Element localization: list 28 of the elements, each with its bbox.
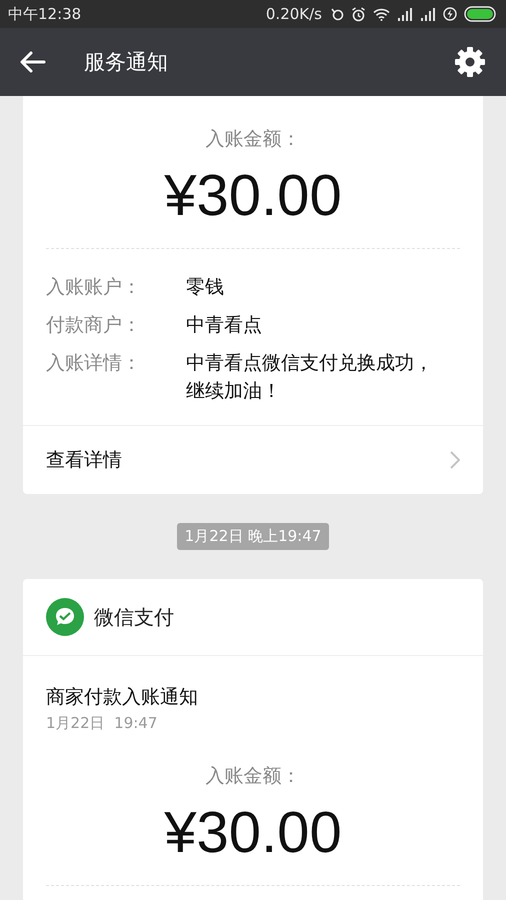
wechat-pay-icon bbox=[46, 598, 84, 636]
charging-icon bbox=[443, 7, 457, 21]
amount: ¥30.00 bbox=[163, 164, 343, 228]
field-value: 中青看点 bbox=[186, 313, 263, 338]
network-speed: 0.20K/s bbox=[266, 5, 322, 23]
clock: 中午12:38 bbox=[8, 4, 82, 24]
signal-icon bbox=[420, 8, 436, 20]
notice-date: 1月22日 19:47 bbox=[45, 713, 158, 733]
back-icon[interactable] bbox=[20, 51, 46, 73]
amount-label: 入账金额： bbox=[204, 127, 302, 152]
signal-icon bbox=[397, 8, 413, 20]
page-title: 服务通知 bbox=[84, 49, 169, 76]
battery-icon bbox=[464, 6, 498, 22]
amount: ¥30.00 bbox=[163, 801, 343, 865]
wifi-icon bbox=[373, 8, 390, 20]
field-label: 付款商户： bbox=[46, 313, 142, 338]
field-label: 入账账户： bbox=[46, 275, 142, 300]
details-link[interactable]: 查看详情 bbox=[23, 425, 483, 494]
field-value: 中青看点微信支付兑换成功，继续加油！ bbox=[186, 351, 434, 404]
chevron-icon bbox=[450, 451, 460, 469]
settings-icon[interactable] bbox=[454, 46, 486, 78]
alarm-icon bbox=[351, 6, 366, 22]
field-value: 零钱 bbox=[186, 275, 225, 300]
source-name: 微信支付 bbox=[94, 604, 174, 630]
notice-title: 商家付款入账通知 bbox=[45, 685, 199, 710]
amount-label: 入账金额： bbox=[204, 764, 302, 789]
field-label: 入账详情： bbox=[46, 351, 142, 376]
timestamp: 1月22日 晚上19:47 bbox=[176, 523, 330, 550]
